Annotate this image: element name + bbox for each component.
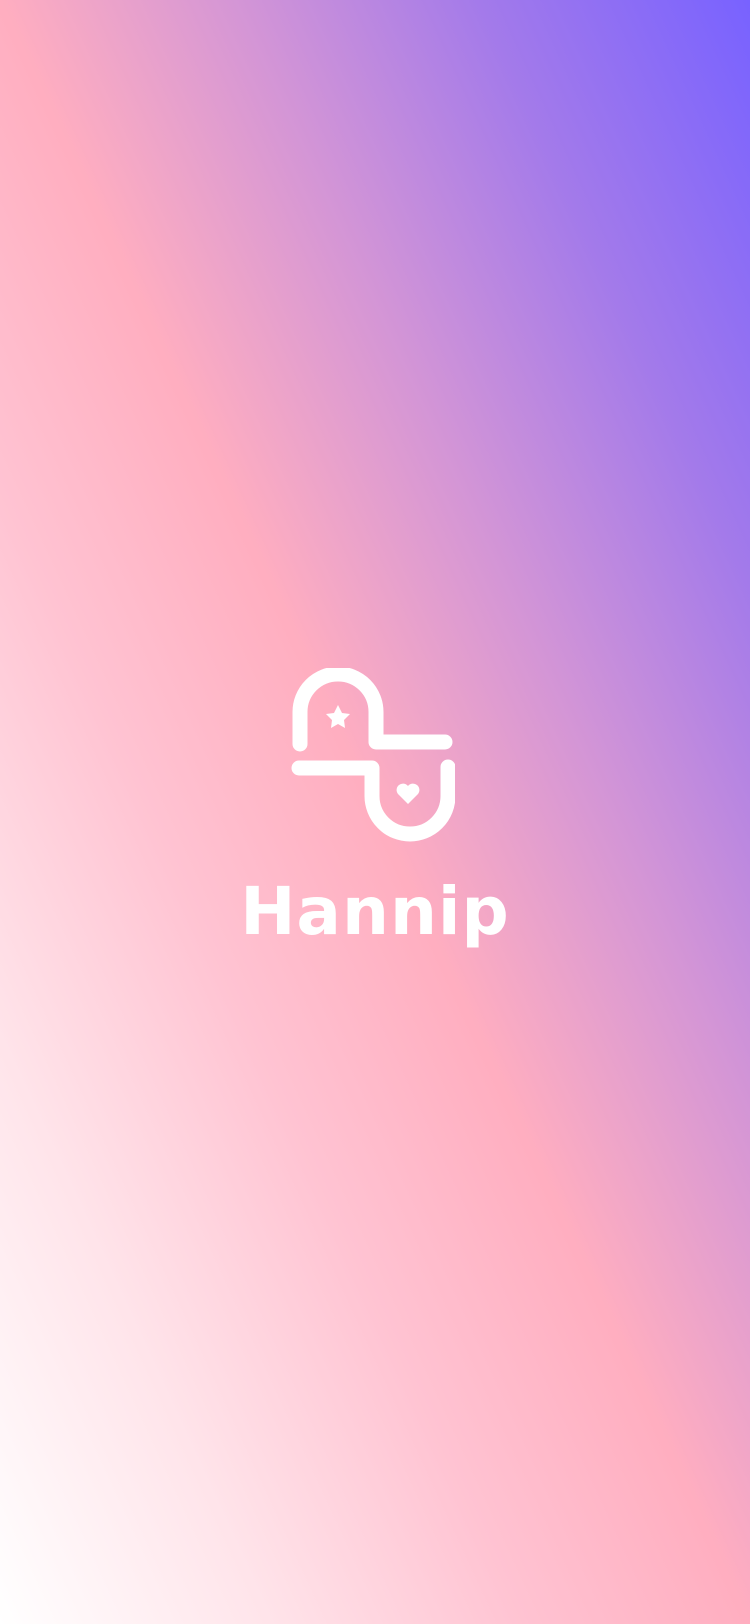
star-icon [326, 705, 350, 728]
hannip-logo-icon [287, 668, 455, 844]
app-name: Hannip [240, 873, 510, 950]
splash-screen: Hannip [0, 0, 750, 1624]
heart-icon [396, 783, 420, 804]
